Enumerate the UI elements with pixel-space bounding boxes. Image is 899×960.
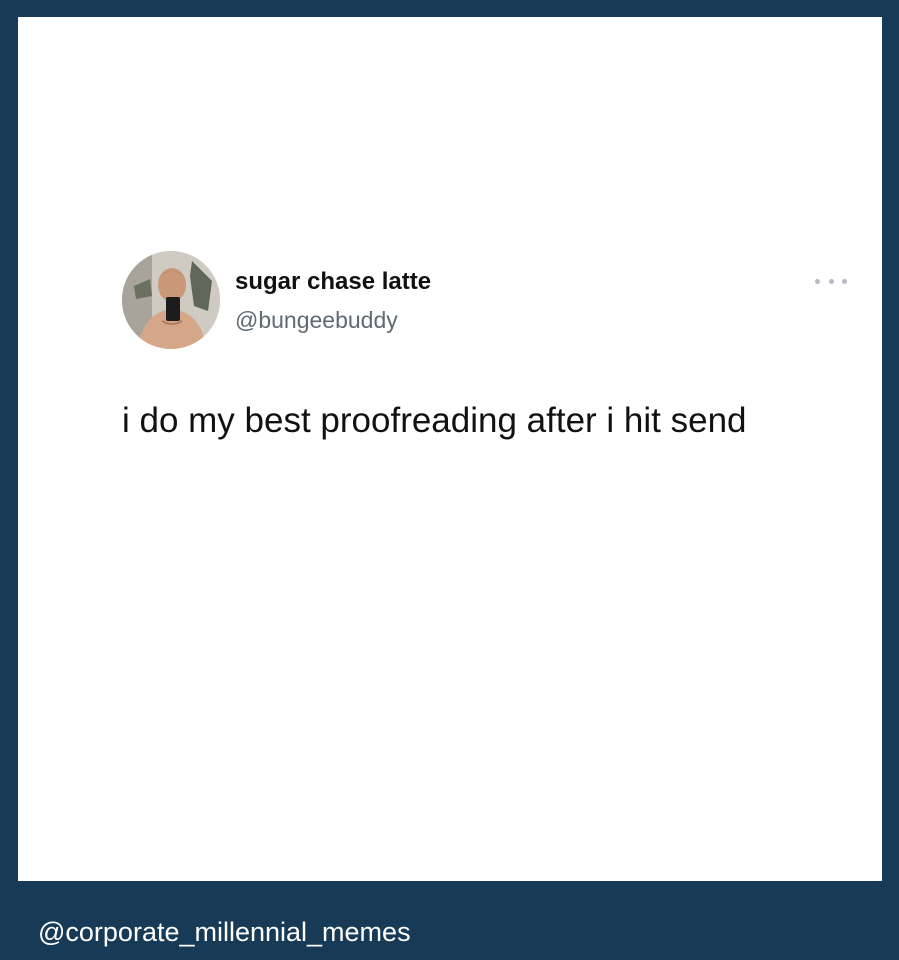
avatar[interactable]	[122, 251, 220, 349]
avatar-photo	[122, 251, 220, 349]
display-name[interactable]: sugar chase latte	[235, 267, 431, 297]
tweet-card: sugar chase latte @bungeebuddy i do my b…	[18, 17, 882, 881]
more-options-icon[interactable]	[815, 273, 847, 289]
more-dot	[842, 278, 847, 284]
tweet-text: i do my best proofreading after i hit se…	[122, 401, 747, 440]
watermark: @corporate_millennial_memes	[38, 917, 411, 947]
more-dot	[815, 278, 820, 284]
more-dot	[828, 278, 834, 284]
user-handle[interactable]: @bungeebuddy	[235, 305, 398, 335]
meme-frame: sugar chase latte @bungeebuddy i do my b…	[0, 0, 899, 960]
